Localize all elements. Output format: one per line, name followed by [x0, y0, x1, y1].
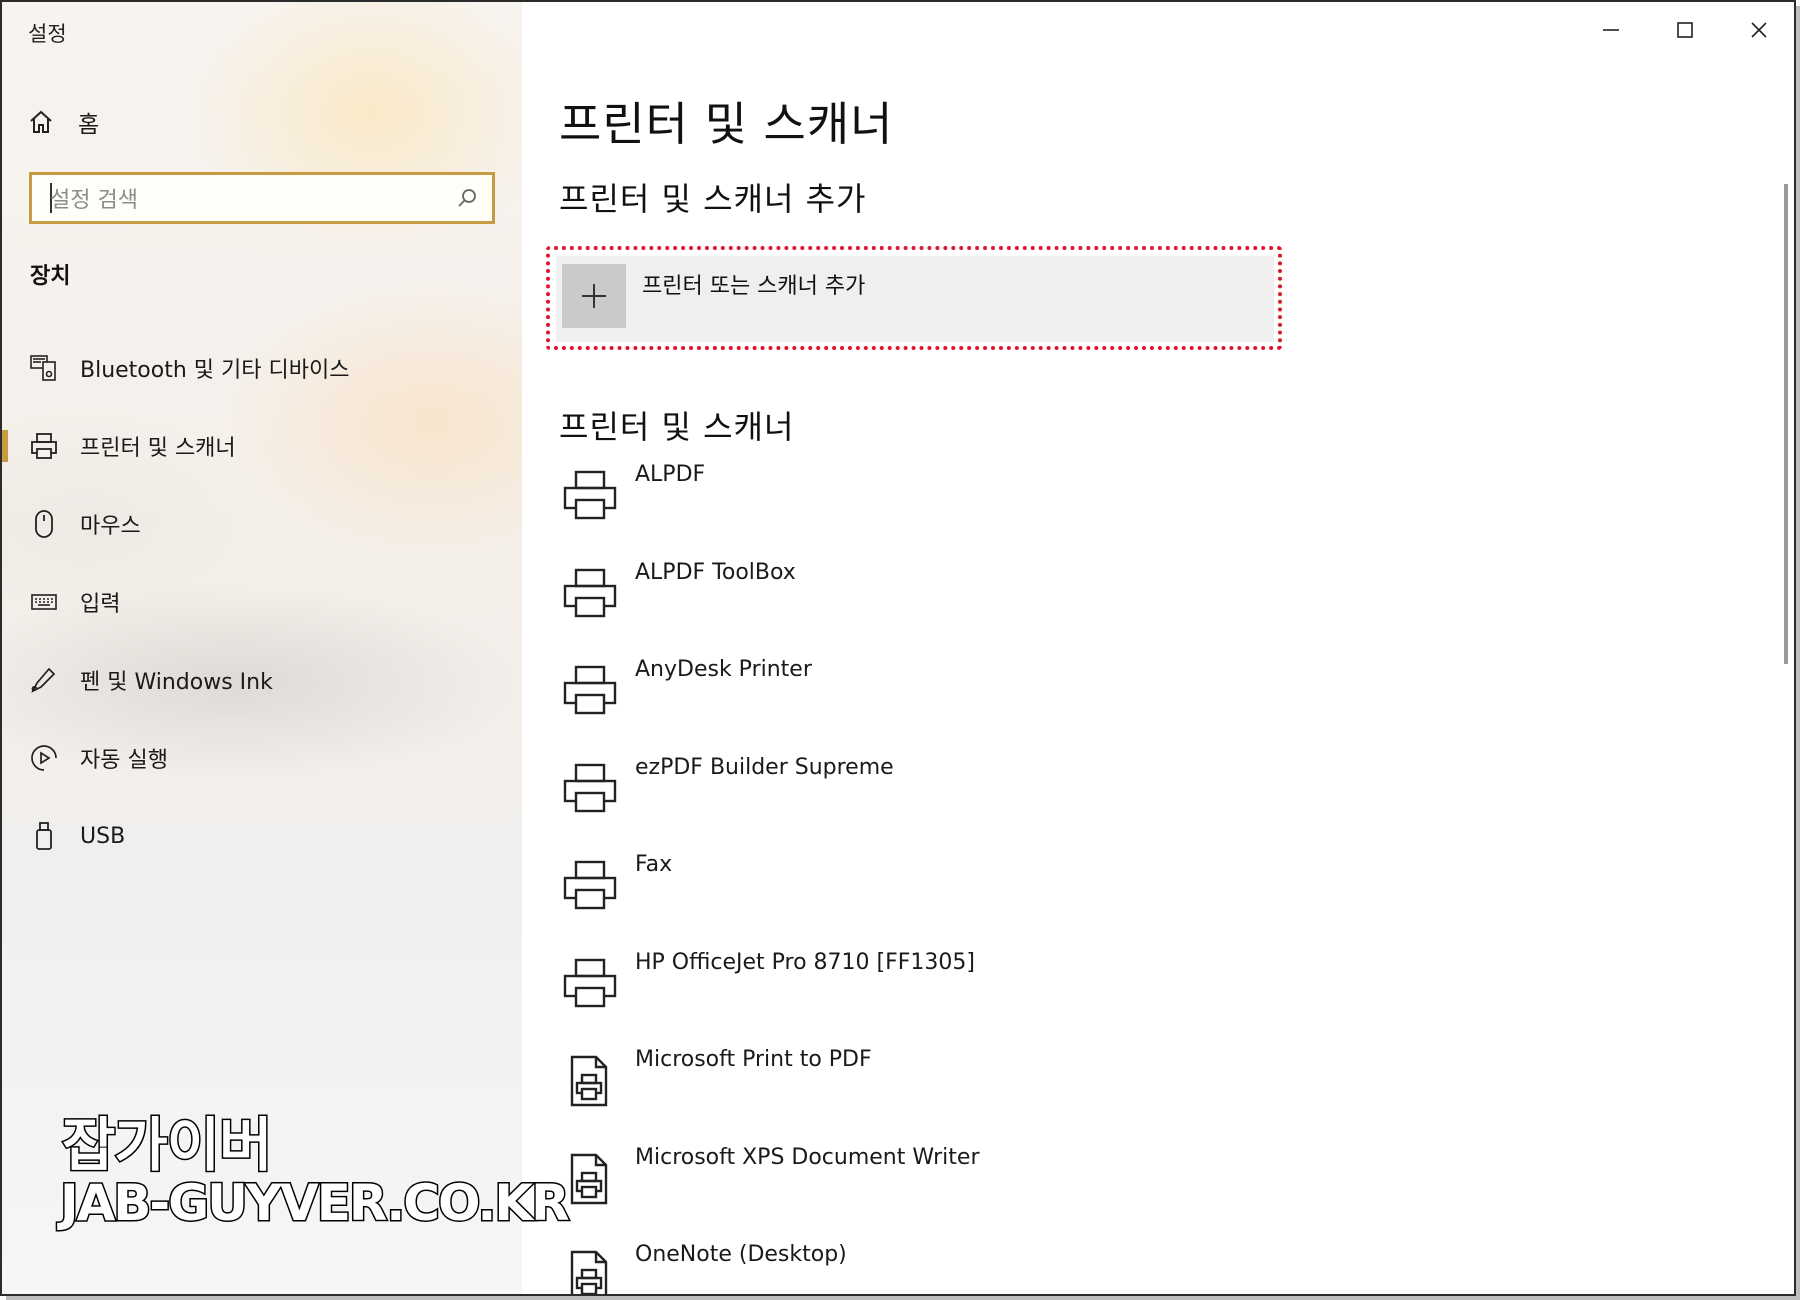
printer-list-item[interactable]: ezPDF Builder Supreme	[562, 755, 1462, 835]
printer-icon	[562, 858, 618, 914]
pen-icon	[28, 664, 60, 696]
usb-icon	[28, 820, 60, 852]
document-printer-icon	[562, 1248, 618, 1294]
search-placeholder: 설정 검색	[50, 188, 138, 213]
printer-icon	[562, 468, 618, 524]
sidebar-item-pen[interactable]: 펜 및 Windows Ink	[2, 654, 522, 706]
sidebar-item-mouse[interactable]: 마우스	[2, 498, 522, 550]
printer-list-item[interactable]: ALPDF ToolBox	[562, 560, 1462, 640]
plus-icon	[562, 264, 626, 328]
printer-name: AnyDesk Printer	[635, 657, 812, 682]
home-label: 홈	[78, 112, 100, 138]
printer-icon	[562, 663, 618, 719]
page-title: 프린터 및 스캐너	[559, 97, 894, 151]
sidebar-item-label: 펜 및 Windows Ink	[80, 670, 273, 695]
printer-name: Fax	[635, 852, 673, 877]
document-printer-icon	[562, 1151, 618, 1207]
home-link[interactable]: 홈	[28, 104, 99, 140]
search-input[interactable]: 설정 검색	[29, 172, 495, 224]
sidebar-item-label: USB	[80, 823, 126, 849]
sidebar-item-label: 프린터 및 스캐너	[80, 436, 236, 461]
autoplay-icon	[28, 742, 60, 774]
sidebar-item-label: 자동 실행	[80, 748, 168, 773]
printer-name: ALPDF	[635, 462, 706, 487]
watermark-title: 잡가이버	[60, 1110, 273, 1181]
keyboard-icon	[28, 586, 60, 618]
sidebar-item-label: 마우스	[80, 514, 141, 539]
close-button[interactable]	[1730, 12, 1788, 52]
section-label: 장치	[30, 264, 71, 289]
sidebar-item-autoplay[interactable]: 자동 실행	[2, 732, 522, 784]
sidebar-item-usb[interactable]: USB	[2, 810, 522, 862]
printer-list-item[interactable]: AnyDesk Printer	[562, 657, 1462, 737]
sidebar-item-label: 입력	[80, 592, 121, 617]
sidebar-item-typing[interactable]: 입력	[2, 576, 522, 628]
document-printer-icon	[562, 1053, 618, 1109]
printer-list-item[interactable]: Microsoft XPS Document Writer	[562, 1145, 1462, 1225]
home-icon	[28, 109, 54, 135]
printer-list-item[interactable]: HP OfficeJet Pro 8710 [FF1305]	[562, 950, 1462, 1030]
printer-name: Microsoft Print to PDF	[635, 1047, 872, 1072]
add-section-title: 프린터 및 스캐너 추가	[559, 180, 867, 218]
printer-name: HP OfficeJet Pro 8710 [FF1305]	[635, 949, 976, 975]
bluetooth-devices-icon	[28, 352, 60, 384]
printer-list-title: 프린터 및 스캐너	[559, 408, 795, 446]
app-title: 설정	[28, 22, 67, 46]
maximize-icon	[1675, 20, 1695, 44]
settings-window: 설정 홈 설정 검색 장치 Bluetooth 및 기타 디바이스 프린터 및 …	[0, 0, 1796, 1296]
minimize-button[interactable]	[1582, 12, 1640, 52]
minimize-icon	[1601, 20, 1621, 44]
sidebar-item-bluetooth[interactable]: Bluetooth 및 기타 디바이스	[2, 342, 522, 394]
printer-list-item[interactable]: Fax	[562, 852, 1462, 932]
scrollbar[interactable]	[1784, 184, 1788, 664]
printer-icon	[28, 430, 60, 462]
sidebar-item-label: Bluetooth 및 기타 디바이스	[80, 358, 350, 383]
printer-name: OneNote (Desktop)	[635, 1242, 847, 1267]
printer-name: ezPDF Builder Supreme	[635, 754, 894, 780]
watermark-url: JAB-GUYVER.CO.KR	[59, 1173, 572, 1234]
maximize-button[interactable]	[1656, 12, 1714, 52]
printer-name: Microsoft XPS Document Writer	[635, 1144, 980, 1170]
add-printer-label: 프린터 또는 스캐너 추가	[642, 274, 866, 299]
add-printer-button[interactable]: 프린터 또는 스캐너 추가	[556, 256, 1274, 342]
printer-list-item[interactable]: OneNote (Desktop)	[562, 1242, 1462, 1294]
sidebar-item-printers[interactable]: 프린터 및 스캐너	[2, 420, 522, 472]
mouse-icon	[28, 508, 60, 540]
printer-list-item[interactable]: Microsoft Print to PDF	[562, 1047, 1462, 1127]
printer-icon	[562, 956, 618, 1012]
printer-icon	[562, 761, 618, 817]
search-icon	[456, 187, 478, 209]
close-icon	[1749, 20, 1769, 44]
printer-list-item[interactable]: ALPDF	[562, 462, 1462, 542]
printer-name: ALPDF ToolBox	[635, 559, 796, 585]
printer-icon	[562, 566, 618, 622]
